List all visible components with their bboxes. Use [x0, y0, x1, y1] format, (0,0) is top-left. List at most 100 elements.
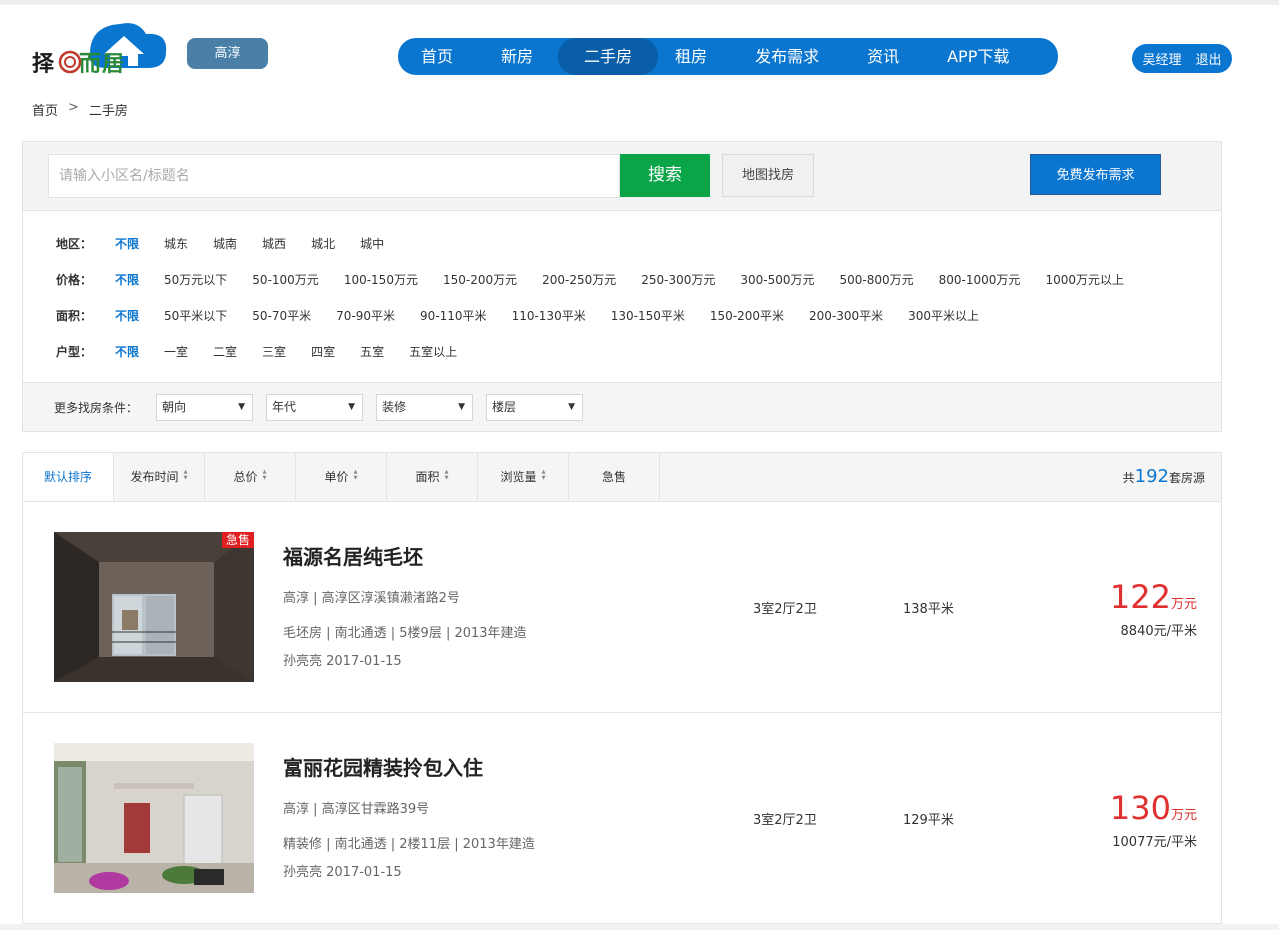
filter-option[interactable]: 70-90平米 — [336, 307, 395, 324]
breadcrumb-current: 二手房 — [88, 104, 128, 119]
nav-item[interactable]: 租房 — [658, 38, 724, 75]
sort-arrows-icon: ▲▼ — [540, 469, 547, 481]
nav-item[interactable]: 资讯 — [850, 38, 916, 75]
search-input[interactable] — [48, 154, 620, 198]
filter-option[interactable]: 二室 — [213, 343, 237, 360]
filter-option[interactable]: 城中 — [360, 235, 384, 252]
map-search-button[interactable]: 地图找房 — [722, 154, 814, 197]
filter-option[interactable]: 不限 — [115, 271, 139, 288]
sort-option[interactable]: 总价 ▲▼ — [205, 453, 296, 501]
filter-option[interactable]: 130-150平米 — [611, 307, 685, 324]
filter-option[interactable]: 90-110平米 — [420, 307, 487, 324]
filter-option[interactable]: 300平米以上 — [908, 307, 979, 324]
sort-label: 发布时间 — [130, 470, 179, 484]
sort-option[interactable]: 单价 ▲▼ — [296, 453, 387, 501]
filter-option[interactable]: 800-1000万元 — [939, 271, 1021, 288]
city-selector[interactable]: 高淳 — [187, 38, 268, 69]
total-prefix: 共 — [1122, 471, 1135, 485]
filter-label: 户型： — [56, 344, 93, 359]
living-room-photo — [54, 743, 254, 893]
filter-option[interactable]: 50-70平米 — [252, 307, 311, 324]
filter-option[interactable]: 城东 — [164, 235, 188, 252]
listing-title[interactable]: 富丽花园精装拎包入住 — [283, 752, 483, 781]
filter-option[interactable]: 50-100万元 — [252, 271, 319, 288]
filter-dropdown[interactable]: 装修 ▼ — [376, 393, 474, 421]
logout-link[interactable]: 退出 — [1196, 49, 1222, 68]
listing-layout: 3室2厅2卫 — [753, 813, 817, 828]
dropdown-value: 装修 — [382, 399, 407, 414]
sort-option[interactable]: 面积 ▲▼ — [387, 453, 478, 501]
filter-option[interactable]: 500-800万元 — [840, 271, 914, 288]
filter-option[interactable]: 100-150万元 — [344, 271, 418, 288]
filter-option[interactable]: 150-200万元 — [443, 271, 517, 288]
total-listings: 共192套房源 — [1123, 453, 1205, 502]
nav-item[interactable]: APP下载 — [930, 38, 1026, 75]
listing-location: 高淳 | 高淳区甘霖路39号 — [283, 802, 430, 817]
filter-option[interactable]: 1000万元以上 — [1045, 271, 1124, 288]
filter-option[interactable]: 不限 — [115, 235, 139, 252]
listing-photo[interactable] — [54, 743, 254, 893]
site-logo[interactable]: 择而居 — [30, 18, 170, 77]
sort-arrows-icon: ▲▼ — [443, 469, 450, 481]
listing-title[interactable]: 福源名居纯毛坯 — [283, 541, 423, 570]
caret-down-icon: ▼ — [568, 401, 576, 412]
search-button[interactable]: 搜索 — [620, 154, 710, 197]
dropdown-group: 朝向 ▼ 年代 ▼ 装修 ▼ 楼层 ▼ — [156, 393, 596, 421]
top-strip — [0, 0, 1279, 5]
price-unit: 万元 — [1170, 597, 1197, 612]
sort-arrows-icon: ▲▼ — [261, 469, 268, 481]
listing-item[interactable]: 富丽花园精装拎包入住 高淳 | 高淳区甘霖路39号 精装修 | 南北通透 | 2… — [22, 713, 1222, 924]
filter-option[interactable]: 250-300万元 — [641, 271, 715, 288]
caret-down-icon: ▼ — [348, 401, 356, 412]
nav-item[interactable]: 发布需求 — [738, 38, 836, 75]
filter-option[interactable]: 50万元以下 — [164, 271, 227, 288]
filter-option[interactable]: 五室以上 — [409, 343, 457, 360]
sort-option[interactable]: 浏览量 ▲▼ — [478, 453, 569, 501]
sort-option[interactable]: 默认排序 — [23, 453, 114, 501]
filter-dropdown[interactable]: 朝向 ▼ — [156, 393, 254, 421]
publish-demand-button[interactable]: 免费发布需求 — [1030, 154, 1161, 195]
price-unit: 万元 — [1170, 808, 1197, 823]
filter-option[interactable]: 50平米以下 — [164, 307, 227, 324]
sort-label: 急售 — [601, 470, 626, 484]
sort-label: 面积 — [415, 470, 440, 484]
filter-option[interactable]: 110-130平米 — [512, 307, 586, 324]
sort-label: 单价 — [324, 470, 349, 484]
filter-option[interactable]: 城北 — [311, 235, 335, 252]
filter-dropdown[interactable]: 楼层 ▼ — [486, 393, 584, 421]
filter-option[interactable]: 四室 — [311, 343, 335, 360]
user-name-link[interactable]: 吴经理 — [1142, 49, 1181, 68]
filter-option[interactable]: 150-200平米 — [710, 307, 784, 324]
filter-option[interactable]: 200-300平米 — [809, 307, 883, 324]
sort-label: 浏览量 — [500, 470, 537, 484]
nav-item[interactable]: 二手房 — [558, 38, 659, 75]
main-nav: 首页 新房 二手房 租房 发布需求 资讯 APP下载 — [398, 38, 1058, 75]
total-count: 192 — [1134, 466, 1169, 487]
filter-option[interactable]: 不限 — [115, 307, 139, 324]
urgent-badge: 急售 — [221, 532, 254, 548]
filter-option[interactable]: 三室 — [262, 343, 286, 360]
filter-option[interactable]: 五室 — [360, 343, 384, 360]
listing-photo[interactable]: 急售 — [54, 532, 254, 682]
filter-option[interactable]: 300-500万元 — [740, 271, 814, 288]
search-bar: 搜索 地图找房 免费发布需求 — [23, 142, 1221, 211]
breadcrumb-home[interactable]: 首页 — [32, 100, 58, 119]
sort-label: 默认排序 — [43, 470, 92, 484]
sort-bar: 默认排序 发布时间 ▲▼ 总价 ▲▼ 单价 ▲▼ 面积 ▲▼ 浏览量 ▲▼ 急售 共192套房源 — [22, 452, 1222, 502]
filter-row-area: 面积： 不限 50平米以下 50-70平米 70-90平米 90-110平米 110-130… — [23, 297, 1221, 333]
sort-option[interactable]: 急售 — [569, 453, 660, 501]
filter-option[interactable]: 城西 — [262, 235, 286, 252]
sort-option[interactable]: 发布时间 ▲▼ — [114, 453, 205, 501]
search-panel: 搜索 地图找房 免费发布需求 地区： 不限 城东 城南 城西 城北 城中 价格： 不限 50万元… — [22, 141, 1222, 432]
nav-item[interactable]: 新房 — [484, 38, 550, 75]
filter-option[interactable]: 200-250万元 — [542, 271, 616, 288]
filter-dropdown[interactable]: 年代 ▼ — [266, 393, 364, 421]
sort-arrows-icon: ▲▼ — [352, 469, 359, 481]
nav-item[interactable]: 首页 — [404, 38, 470, 75]
logo-char: 择 — [32, 51, 56, 77]
filter-option[interactable]: 一室 — [164, 343, 188, 360]
filter-option[interactable]: 不限 — [115, 343, 139, 360]
listing-item[interactable]: 急售 福源名居纯毛坯 高淳 | 高淳区淳溪镇濑渚路2号 毛坯房 | 南北通透 |… — [22, 502, 1222, 713]
filter-option[interactable]: 城南 — [213, 235, 237, 252]
bottom-strip — [0, 924, 1279, 930]
